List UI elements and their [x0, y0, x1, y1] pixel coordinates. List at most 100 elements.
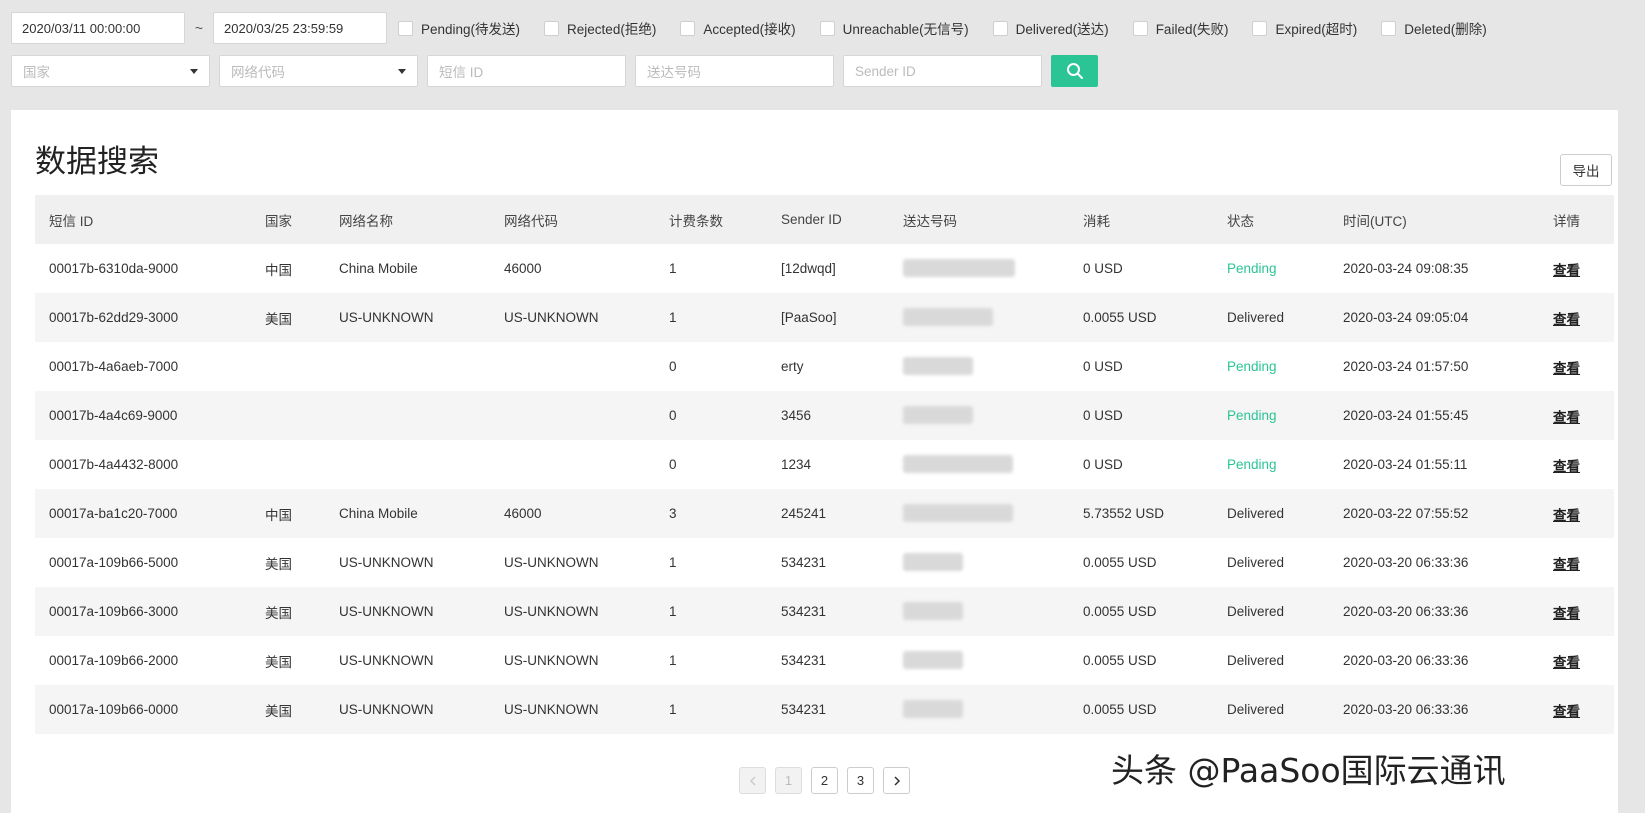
- chevron-left-icon: [749, 775, 756, 786]
- network-name-cell: China Mobile: [339, 506, 418, 521]
- time-cell: 2020-03-24 01:57:50: [1343, 359, 1469, 374]
- network-name-cell: US-UNKNOWN: [339, 653, 434, 668]
- cost-cell: 0 USD: [1083, 457, 1123, 472]
- table-row: 00017b-4a4c69-9000 0 3456 0 USD Pending 2020-…: [35, 391, 1614, 440]
- table-header: 短信 ID 国家 网络名称 网络代码 计费条数 Sender ID 送达号码 消耗 状态 时间(U…: [35, 195, 1614, 244]
- sms-id-cell: 00017b-4a4432-8000: [49, 457, 179, 472]
- recipient-blurred: [903, 455, 1013, 473]
- detail-link[interactable]: 查看: [1553, 406, 1580, 426]
- checkbox-label: Unreachable(无信号): [842, 22, 969, 37]
- export-button[interactable]: 导出: [1560, 154, 1612, 186]
- watermark-text: 头条 @PaaSoo国际云通讯: [1111, 751, 1506, 790]
- detail-link[interactable]: 查看: [1553, 651, 1580, 671]
- cost-cell: 0.0055 USD: [1083, 604, 1157, 619]
- column-header: 消耗: [1083, 213, 1110, 229]
- cost-cell: 0.0055 USD: [1083, 702, 1157, 717]
- detail-link[interactable]: 查看: [1553, 308, 1580, 328]
- checkbox-label: Deleted(删除): [1404, 22, 1487, 37]
- table-row: 00017a-ba1c20-7000 中国 China Mobile 46000 3 24…: [35, 489, 1614, 538]
- checkbox-box[interactable]: [1252, 20, 1268, 36]
- billing-count-cell: 1: [669, 555, 677, 570]
- billing-count-cell: 3: [669, 506, 677, 521]
- status-checkbox[interactable]: Deleted(删除): [1381, 18, 1487, 38]
- detail-link[interactable]: 查看: [1553, 602, 1580, 622]
- search-icon: [1066, 63, 1083, 79]
- status-checkbox[interactable]: Rejected(拒绝): [544, 18, 656, 38]
- time-cell: 2020-03-24 01:55:11: [1343, 457, 1468, 472]
- status-checkbox[interactable]: Delivered(送达): [992, 18, 1109, 38]
- status-cell: Delivered: [1227, 310, 1285, 325]
- page-button[interactable]: 2: [811, 767, 838, 794]
- checkbox-box[interactable]: [680, 20, 696, 36]
- sender-id-cell: erty: [781, 359, 804, 374]
- table-body: 00017b-6310da-9000 中国 China Mobile 46000 1 [1…: [35, 244, 1614, 734]
- checkbox-box[interactable]: [1132, 20, 1148, 36]
- status-cell: Pending: [1227, 408, 1277, 423]
- country-cell: 美国: [265, 311, 292, 327]
- status-checkbox[interactable]: Accepted(接收): [680, 18, 796, 38]
- checkbox-box[interactable]: [992, 20, 1008, 36]
- status-checkbox[interactable]: Failed(失败): [1132, 18, 1228, 38]
- sender-id-cell: [12dwqd]: [781, 261, 836, 276]
- table-row: 00017b-4a4432-8000 0 1234 0 USD Pending 2020-…: [35, 440, 1614, 489]
- checkbox-box[interactable]: [1381, 20, 1397, 36]
- status-cell: Pending: [1227, 457, 1277, 472]
- page-button[interactable]: 3: [847, 767, 874, 794]
- date-from-input[interactable]: 2020/03/11 00:00:00: [11, 12, 185, 44]
- next-page-button[interactable]: [883, 767, 910, 794]
- time-cell: 2020-03-20 06:33:36: [1343, 653, 1469, 668]
- filter-row-fields: 国家 网络代码 短信 ID 送达号码 Sender ID: [11, 55, 1098, 87]
- checkbox-box[interactable]: [398, 20, 413, 36]
- detail-link[interactable]: 查看: [1553, 553, 1580, 573]
- billing-count-cell: 1: [669, 261, 677, 276]
- recipient-input[interactable]: 送达号码: [635, 55, 834, 87]
- billing-count-cell: 1: [669, 653, 677, 668]
- cost-cell: 0.0055 USD: [1083, 555, 1157, 570]
- page-button[interactable]: 1: [775, 767, 802, 794]
- detail-link[interactable]: 查看: [1553, 455, 1580, 475]
- status-cell: Delivered: [1227, 506, 1285, 521]
- billing-count-cell: 0: [669, 408, 677, 423]
- checkbox-box[interactable]: [544, 20, 560, 36]
- status-checkbox[interactable]: Expired(超时): [1252, 18, 1357, 38]
- recipient-blurred: [903, 406, 973, 424]
- detail-link[interactable]: 查看: [1553, 259, 1580, 279]
- detail-link[interactable]: 查看: [1553, 357, 1580, 377]
- time-cell: 2020-03-20 06:33:36: [1343, 555, 1469, 570]
- date-to-input[interactable]: 2020/03/25 23:59:59: [213, 12, 387, 44]
- status-checkbox[interactable]: Pending(待发送): [398, 18, 520, 38]
- billing-count-cell: 1: [669, 702, 677, 717]
- sender-id-input[interactable]: Sender ID: [843, 55, 1042, 87]
- recipient-blurred: [903, 553, 963, 571]
- cost-cell: 0 USD: [1083, 408, 1123, 423]
- checkbox-box[interactable]: [819, 20, 835, 36]
- sender-id-cell: 534231: [781, 555, 827, 570]
- data-search-panel: 数据搜索 导出 短信 ID 国家 网络名称 网络代码 计费条数 Sender ID 送达号码…: [11, 110, 1618, 813]
- status-cell: Delivered: [1227, 555, 1285, 570]
- detail-link[interactable]: 查看: [1553, 504, 1580, 524]
- sender-id-cell: 245241: [781, 506, 827, 521]
- status-checkbox[interactable]: Unreachable(无信号): [819, 18, 969, 38]
- country-cell: 中国: [265, 507, 292, 523]
- checkbox-label: Pending(待发送): [421, 22, 521, 37]
- country-select-placeholder: 国家: [23, 65, 50, 80]
- sender-id-cell: 1234: [781, 457, 812, 472]
- prev-page-button[interactable]: [739, 767, 766, 794]
- time-cell: 2020-03-22 07:55:52: [1343, 506, 1469, 521]
- cost-cell: 0.0055 USD: [1083, 653, 1157, 668]
- column-header: 送达号码: [903, 213, 957, 229]
- sms-id-cell: 00017a-ba1c20-7000: [49, 506, 178, 521]
- sms-id-cell: 00017a-109b66-0000: [49, 702, 179, 717]
- time-cell: 2020-03-24 09:05:04: [1343, 310, 1469, 325]
- sender-id-cell: 534231: [781, 604, 827, 619]
- network-code-select[interactable]: 网络代码: [219, 55, 418, 87]
- detail-link[interactable]: 查看: [1553, 700, 1580, 720]
- search-button[interactable]: [1051, 55, 1098, 87]
- column-header: 详情: [1553, 213, 1580, 229]
- sms-id-input[interactable]: 短信 ID: [427, 55, 626, 87]
- cost-cell: 0 USD: [1083, 261, 1123, 276]
- cost-cell: 5.73552 USD: [1083, 506, 1165, 521]
- billing-count-cell: 0: [669, 359, 677, 374]
- country-select[interactable]: 国家: [11, 55, 210, 87]
- column-header: 状态: [1227, 213, 1254, 229]
